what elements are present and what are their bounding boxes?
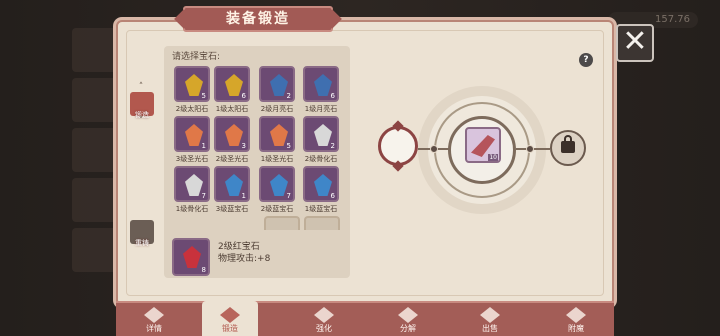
bottom-tab[interactable]: 分解 bbox=[380, 301, 436, 336]
bottom-tab[interactable]: 附魔 bbox=[548, 301, 604, 336]
gem-icon bbox=[270, 124, 288, 146]
tab-icon bbox=[314, 307, 334, 323]
side-tab-recast[interactable]: 重铸 bbox=[128, 218, 156, 247]
gem-label: 2级圣光石 bbox=[215, 155, 249, 163]
forging-equipment-slot[interactable]: 10 bbox=[465, 127, 501, 163]
chevron-down-icon[interactable]: ˅ bbox=[136, 116, 146, 126]
panel-title: 装备锻造 bbox=[226, 11, 290, 27]
gem-icon bbox=[314, 124, 332, 146]
gem-label: 1级骨化石 bbox=[175, 205, 209, 213]
selected-gem-stat: 物理攻击:+8 bbox=[218, 254, 271, 264]
gem-icon bbox=[225, 74, 243, 96]
gem-icon bbox=[185, 124, 203, 146]
gem-label: 3级蓝宝石 bbox=[215, 205, 249, 213]
gem-count: 6 bbox=[330, 92, 335, 100]
empty-gem-slot[interactable] bbox=[304, 216, 340, 230]
background-hero-card bbox=[72, 228, 120, 272]
lock-icon bbox=[561, 135, 575, 153]
gem-icon bbox=[185, 174, 203, 196]
gem-count: 2 bbox=[286, 92, 291, 100]
equipment-level-badge: 10 bbox=[488, 154, 498, 161]
tab-icon bbox=[220, 307, 240, 323]
gem-icon bbox=[225, 124, 243, 146]
gem-count: 5 bbox=[201, 92, 206, 100]
gem-icon bbox=[225, 174, 243, 196]
gem-slot[interactable]: 5 bbox=[174, 66, 210, 102]
gem-label: 1级太阳石 bbox=[215, 105, 249, 113]
gem-icon bbox=[314, 174, 332, 196]
gem-slot[interactable]: 7 bbox=[259, 166, 295, 202]
gem-count: 1 bbox=[201, 142, 206, 150]
tab-icon bbox=[144, 307, 164, 323]
tab-icon bbox=[480, 307, 500, 323]
gem-icon bbox=[270, 74, 288, 96]
background-hero-card bbox=[72, 178, 120, 222]
title-banner: 装备锻造 bbox=[183, 6, 333, 32]
gem-count: 8 bbox=[201, 266, 206, 274]
ring-node bbox=[430, 145, 438, 153]
gem-icon bbox=[270, 174, 288, 196]
gem-slot[interactable]: 1 bbox=[174, 116, 210, 152]
gem-count: 6 bbox=[330, 192, 335, 200]
gem-slot[interactable]: 1 bbox=[214, 166, 250, 202]
gem-count: 5 bbox=[286, 142, 291, 150]
bottom-tab-bar bbox=[116, 301, 614, 336]
gem-label: 1级月亮石 bbox=[304, 105, 338, 113]
gem-label: 2级蓝宝石 bbox=[260, 205, 294, 213]
tab-icon bbox=[398, 307, 418, 323]
bottom-tab[interactable]: 强化 bbox=[296, 301, 352, 336]
side-tab-forge[interactable]: 锻造 bbox=[128, 90, 156, 119]
close-button[interactable]: ✕ bbox=[616, 24, 654, 62]
gem-count: 7 bbox=[201, 192, 206, 200]
gem-slot[interactable]: 2 bbox=[303, 116, 339, 152]
side-tab-label: 重铸 bbox=[135, 239, 149, 247]
gem-label: 3级圣光石 bbox=[175, 155, 209, 163]
background-hero-card bbox=[72, 78, 120, 122]
gem-count: 7 bbox=[286, 192, 291, 200]
gem-slot[interactable]: 7 bbox=[174, 166, 210, 202]
gem-select-prompt: 请选择宝石: bbox=[172, 52, 221, 62]
gem-count: 1 bbox=[241, 192, 246, 200]
gem-slot[interactable]: 6 bbox=[303, 66, 339, 102]
ring-node bbox=[526, 145, 534, 153]
gem-slot[interactable]: 5 bbox=[259, 116, 295, 152]
tab-icon bbox=[566, 307, 586, 323]
gem-slot[interactable]: 2 bbox=[259, 66, 295, 102]
gem-label: 2级骨化石 bbox=[304, 155, 338, 163]
tab-label: 出售 bbox=[482, 324, 498, 333]
gem-count: 6 bbox=[241, 92, 246, 100]
gem-icon bbox=[314, 74, 332, 96]
tab-label: 强化 bbox=[316, 324, 332, 333]
tab-label: 锻造 bbox=[222, 324, 238, 333]
gem-count: 3 bbox=[241, 142, 246, 150]
gem-slot[interactable]: 6 bbox=[303, 166, 339, 202]
tab-label: 分解 bbox=[400, 324, 416, 333]
background-hero-card bbox=[72, 128, 120, 172]
help-icon[interactable]: ? bbox=[579, 53, 593, 67]
selected-gem-slot[interactable]: 8 bbox=[172, 238, 210, 276]
empty-gem-slot[interactable] bbox=[264, 216, 300, 230]
ruby-gem-icon bbox=[183, 246, 201, 268]
gem-slot[interactable]: 6 bbox=[214, 66, 250, 102]
bottom-tab[interactable]: 详情 bbox=[126, 301, 182, 336]
gem-label: 1级蓝宝石 bbox=[304, 205, 338, 213]
gem-icon bbox=[185, 74, 203, 96]
tab-label: 附魔 bbox=[568, 324, 584, 333]
bottom-tab[interactable]: 出售 bbox=[462, 301, 518, 336]
background-hero-card bbox=[72, 28, 120, 72]
tab-label: 详情 bbox=[146, 324, 162, 333]
gem-label: 2级月亮石 bbox=[260, 105, 294, 113]
gem-label: 1级圣光石 bbox=[260, 155, 294, 163]
gem-label: 2级太阳石 bbox=[175, 105, 209, 113]
gem-count: 2 bbox=[330, 142, 335, 150]
gem-slot[interactable]: 3 bbox=[214, 116, 250, 152]
bottom-tab[interactable]: 锻造 bbox=[202, 301, 258, 336]
